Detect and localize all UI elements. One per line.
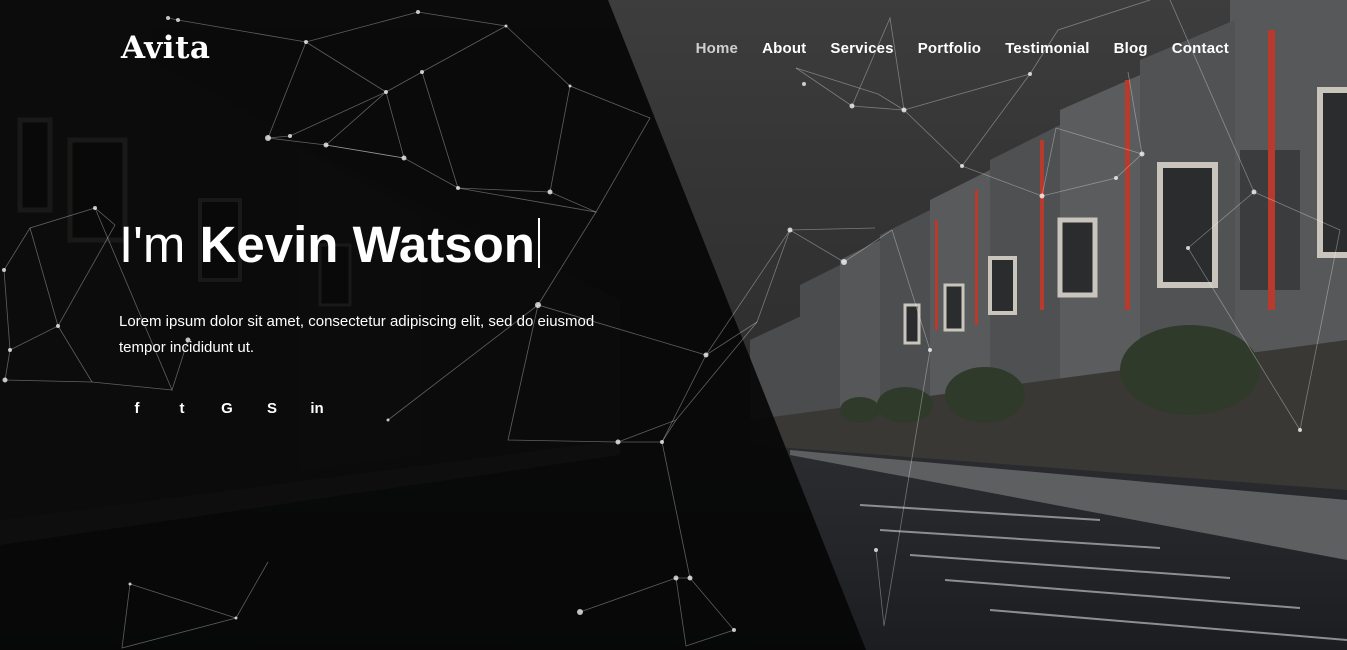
linkedin-icon[interactable]: in [308, 398, 326, 418]
nav-item-portfolio[interactable]: Portfolio [918, 40, 981, 57]
hero-greeting: I'm [119, 216, 186, 273]
social-links: f t G S in [128, 398, 353, 418]
nav-item-about[interactable]: About [762, 40, 806, 57]
nav-item-testimonial[interactable]: Testimonial [1005, 40, 1089, 57]
nav-item-home[interactable]: Home [696, 40, 738, 57]
skype-icon[interactable]: S [263, 398, 281, 418]
hero-title: I'm Kevin Watson [119, 214, 540, 276]
typing-cursor [537, 218, 540, 268]
site-logo[interactable]: Avita [121, 30, 211, 66]
hero-name: Kevin Watson [199, 216, 535, 273]
nav-item-blog[interactable]: Blog [1114, 40, 1148, 57]
nav-item-contact[interactable]: Contact [1172, 40, 1229, 57]
main-navigation: Home About Services Portfolio Testimonia… [672, 40, 1229, 57]
facebook-icon[interactable]: f [128, 398, 146, 418]
nav-item-services[interactable]: Services [830, 40, 893, 57]
twitter-icon[interactable]: t [173, 398, 191, 418]
google-icon[interactable]: G [218, 398, 236, 418]
hero-description: Lorem ipsum dolor sit amet, consectetur … [119, 313, 595, 356]
